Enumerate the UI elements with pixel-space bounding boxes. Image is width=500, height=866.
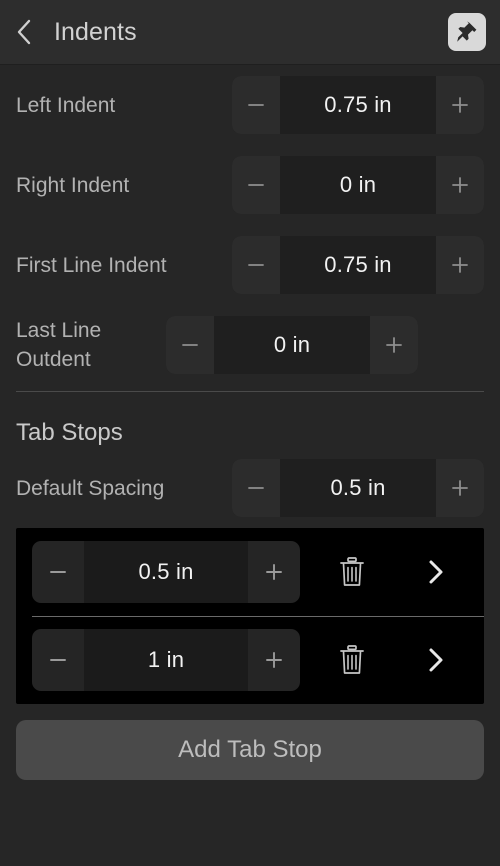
- row-label: Default Spacing: [16, 476, 165, 500]
- tab-stop-0-value[interactable]: 0.5 in: [84, 541, 248, 603]
- tab-stop-1-value[interactable]: 1 in: [84, 629, 248, 691]
- tab-stop-1-increment-button[interactable]: [248, 629, 300, 691]
- row-label: Right Indent: [16, 173, 130, 197]
- last-line-outdent-increment-button[interactable]: [370, 316, 418, 374]
- tab-stop-list-item: 0.5 in: [16, 528, 484, 616]
- row-first-line-indent: First Line Indent 0.75 in: [0, 225, 500, 305]
- tab-stop-1-stepper: 1 in: [32, 629, 300, 691]
- plus-icon: [452, 480, 468, 496]
- chevron-right-icon: [429, 648, 443, 672]
- minus-icon: [50, 659, 66, 661]
- chevron-right-icon: [429, 560, 443, 584]
- minus-icon: [248, 104, 264, 106]
- tab-stops-heading: Tab Stops: [16, 419, 123, 446]
- minus-icon: [248, 487, 264, 489]
- left-indent-decrement-button[interactable]: [232, 76, 280, 134]
- first-line-indent-stepper: 0.75 in: [232, 236, 484, 294]
- tab-stop-list-item: 1 in: [16, 616, 484, 704]
- row-label: Left Indent: [16, 93, 116, 117]
- plus-icon: [266, 652, 282, 668]
- plus-icon: [386, 337, 402, 353]
- tab-stop-0-stepper: 0.5 in: [32, 541, 300, 603]
- last-line-outdent-stepper: 0 in: [166, 316, 418, 374]
- row-last-line-outdent: Last Line Outdent 0 in: [0, 305, 500, 385]
- left-indent-value[interactable]: 0.75 in: [280, 76, 436, 134]
- plus-icon: [266, 564, 282, 580]
- tab-stop-0-decrement-button[interactable]: [32, 541, 84, 603]
- minus-icon: [182, 344, 198, 346]
- minus-icon: [50, 571, 66, 573]
- default-spacing-stepper: 0.5 in: [232, 459, 484, 517]
- first-line-indent-increment-button[interactable]: [436, 236, 484, 294]
- first-line-indent-decrement-button[interactable]: [232, 236, 280, 294]
- back-button[interactable]: [16, 12, 50, 52]
- row-right-indent: Right Indent 0 in: [0, 145, 500, 225]
- chevron-left-icon: [17, 19, 31, 45]
- tab-stop-1-disclosure-button[interactable]: [412, 632, 460, 688]
- pin-panel-button[interactable]: [448, 13, 486, 51]
- left-indent-stepper: 0.75 in: [232, 76, 484, 134]
- tab-stop-1-delete-button[interactable]: [328, 632, 376, 688]
- minus-icon: [248, 264, 264, 266]
- right-indent-increment-button[interactable]: [436, 156, 484, 214]
- last-line-outdent-decrement-button[interactable]: [166, 316, 214, 374]
- trash-icon: [340, 645, 364, 674]
- tab-stop-1-actions: [300, 632, 484, 688]
- panel-body: Left Indent 0.75 in Right Indent 0 in Fi…: [0, 65, 500, 866]
- pushpin-icon: [457, 21, 477, 42]
- tab-stop-0-increment-button[interactable]: [248, 541, 300, 603]
- row-default-spacing: Default Spacing 0.5 in: [0, 448, 500, 528]
- first-line-indent-value[interactable]: 0.75 in: [280, 236, 436, 294]
- row-label: First Line Indent: [16, 253, 167, 277]
- last-line-outdent-value[interactable]: 0 in: [214, 316, 370, 374]
- plus-icon: [452, 97, 468, 113]
- plus-icon: [452, 257, 468, 273]
- right-indent-decrement-button[interactable]: [232, 156, 280, 214]
- indents-panel: Indents Left Indent 0.75 in Right Indent…: [0, 0, 500, 866]
- row-label: Last Line Outdent: [16, 319, 102, 371]
- tab-stop-1-decrement-button[interactable]: [32, 629, 84, 691]
- default-spacing-increment-button[interactable]: [436, 459, 484, 517]
- minus-icon: [248, 184, 264, 186]
- add-tab-stop-wrapper: Add Tab Stop: [0, 704, 500, 780]
- tab-stop-list: 0.5 in 1 in: [16, 528, 484, 704]
- left-indent-increment-button[interactable]: [436, 76, 484, 134]
- default-spacing-decrement-button[interactable]: [232, 459, 280, 517]
- page-title: Indents: [54, 17, 137, 46]
- right-indent-value[interactable]: 0 in: [280, 156, 436, 214]
- add-tab-stop-button[interactable]: Add Tab Stop: [16, 720, 484, 780]
- tab-stop-0-delete-button[interactable]: [328, 544, 376, 600]
- panel-header: Indents: [0, 0, 500, 65]
- trash-icon: [340, 557, 364, 586]
- tab-stop-0-actions: [300, 544, 484, 600]
- right-indent-stepper: 0 in: [232, 156, 484, 214]
- row-left-indent: Left Indent 0.75 in: [0, 65, 500, 145]
- plus-icon: [452, 177, 468, 193]
- tab-stop-0-disclosure-button[interactable]: [412, 544, 460, 600]
- default-spacing-value[interactable]: 0.5 in: [280, 459, 436, 517]
